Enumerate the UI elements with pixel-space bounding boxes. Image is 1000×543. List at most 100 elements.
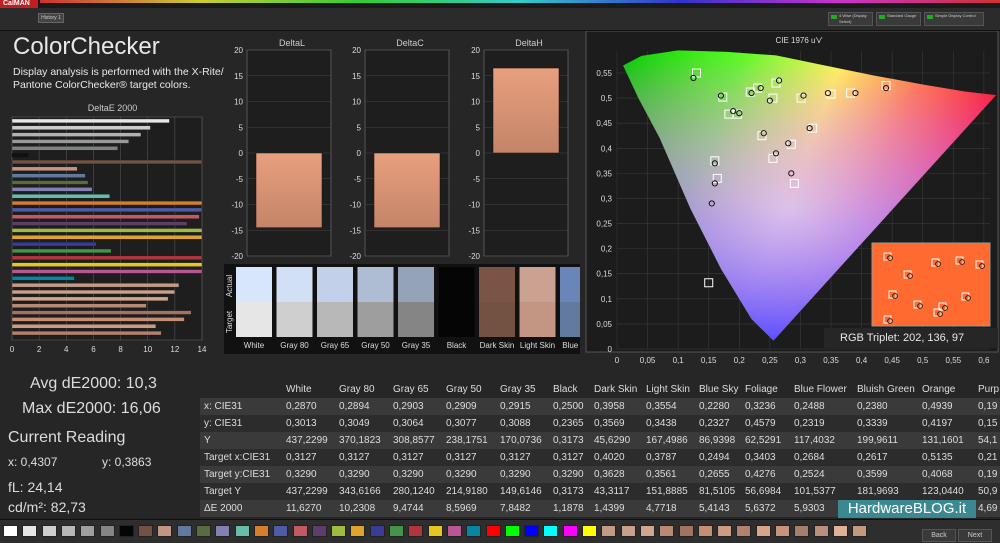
delta-tick-label: -20 <box>468 252 480 260</box>
table-cell: 0,3290 <box>393 469 424 480</box>
patch-square[interactable] <box>485 525 501 537</box>
table-cell: 0,4579 <box>745 418 776 429</box>
patch-square[interactable] <box>852 525 868 537</box>
back-button[interactable]: Back <box>922 529 956 542</box>
swatch-label: Gray 50 <box>361 341 390 350</box>
next-button[interactable]: Next <box>958 529 992 542</box>
table-cell: 0,15 <box>978 418 998 429</box>
patch-square[interactable] <box>446 525 462 537</box>
deltac-chart: 20 15 10 5 0 -5 -10 -15 -20 <box>349 46 450 260</box>
delta-bar <box>255 152 323 228</box>
patch-square[interactable] <box>466 525 482 537</box>
swatch-actual <box>479 267 515 302</box>
patch-square[interactable] <box>389 525 404 537</box>
patch-square[interactable] <box>157 525 173 537</box>
table-cell: 0,3290 <box>500 469 531 480</box>
history-tab[interactable]: History 1 <box>38 13 64 23</box>
table-cell: 81,5105 <box>699 486 736 497</box>
swatch-actual <box>317 267 353 302</box>
patch-square[interactable] <box>311 525 327 537</box>
patch-square[interactable] <box>832 525 848 537</box>
de2000-bar <box>11 207 203 212</box>
delta-tick-label: 15 <box>234 72 243 81</box>
patch-square[interactable] <box>273 525 289 537</box>
patch-square[interactable] <box>659 525 675 537</box>
delta-tick-label: 10 <box>234 98 243 107</box>
column-header: Blue Flower <box>794 384 847 395</box>
table-cell: 123,0440 <box>922 486 964 497</box>
patch-square[interactable] <box>697 525 713 537</box>
patch-square[interactable] <box>234 525 250 537</box>
patch-square[interactable] <box>196 525 211 537</box>
patch-square[interactable] <box>813 525 829 537</box>
patch-square[interactable] <box>639 525 655 537</box>
patch-square[interactable] <box>350 525 366 537</box>
cie-x-tick-label: 0,45 <box>884 356 900 365</box>
swatch-label: Gray 65 <box>321 341 350 350</box>
patch-square[interactable] <box>99 525 115 537</box>
table-cell: 0,2684 <box>794 452 825 463</box>
patch-square[interactable] <box>620 525 636 537</box>
display-select-dropdown[interactable]: 4 Wise (Display Select) <box>828 12 873 26</box>
status-swatch <box>831 15 837 19</box>
swatch-label: Blue Sky <box>562 341 580 350</box>
gauge-dropdown[interactable]: Standard Gauge <box>876 12 921 26</box>
patch-square[interactable] <box>80 525 96 537</box>
patch-square[interactable] <box>369 525 385 537</box>
patch-square[interactable] <box>408 525 424 537</box>
patch-square[interactable] <box>22 525 38 537</box>
patch-square[interactable] <box>253 525 269 537</box>
patch-square[interactable] <box>678 525 694 537</box>
patch-square[interactable] <box>427 525 443 537</box>
table-cell: 214,9180 <box>446 486 488 497</box>
patch-square[interactable] <box>504 525 520 537</box>
table-cell: 11,6270 <box>286 503 322 514</box>
table-cell: 0,3561 <box>646 469 677 480</box>
patch-square[interactable] <box>331 525 347 537</box>
patch-square[interactable] <box>41 525 57 537</box>
table-cell: 0,21 <box>978 452 998 463</box>
patch-square[interactable] <box>292 525 308 537</box>
table-cell: 50,9 <box>978 486 998 497</box>
de2000-bar <box>11 248 112 254</box>
table-cell: 0,2903 <box>393 401 424 412</box>
patch-square[interactable] <box>215 525 231 537</box>
patch-square[interactable] <box>736 525 752 537</box>
patch-square[interactable] <box>775 525 790 537</box>
row-label: Target y:CIE31 <box>204 469 271 480</box>
page-description: Display analysis is performed with the X… <box>13 66 224 91</box>
column-header: Gray 80 <box>339 384 375 395</box>
delta-tick-label: 5 <box>357 123 362 132</box>
patch-square[interactable] <box>60 525 76 537</box>
table-cell: 0,2494 <box>699 452 730 463</box>
de2000-bar <box>11 221 188 226</box>
patch-square[interactable] <box>794 525 810 537</box>
patch-square[interactable] <box>176 525 192 537</box>
table-cell: 0,3958 <box>594 401 625 412</box>
patch-square[interactable] <box>562 525 578 537</box>
table-cell: 9,4744 <box>393 503 424 514</box>
table-cell: 437,2299 <box>286 435 328 446</box>
patch-square[interactable] <box>582 525 597 537</box>
de2000-bar <box>11 159 203 165</box>
table-cell: 0,2365 <box>553 418 584 429</box>
table-cell: 10,2308 <box>339 503 376 514</box>
actual-label: Actual <box>225 275 234 297</box>
table-cell: 5,9303 <box>794 503 825 514</box>
patch-square[interactable] <box>543 525 559 537</box>
de2000-tick-label: 10 <box>143 345 152 354</box>
patch-square[interactable] <box>3 525 18 537</box>
patch-square[interactable] <box>118 525 134 537</box>
table-cell: 117,4032 <box>794 435 835 446</box>
swatch-target <box>438 302 475 337</box>
table-cell: 0,4939 <box>922 401 953 412</box>
delta-tick-label: -5 <box>354 175 362 184</box>
patch-square[interactable] <box>755 525 771 537</box>
patch-square[interactable] <box>601 525 617 537</box>
table-cell: 0,4020 <box>594 452 625 463</box>
patch-square[interactable] <box>717 525 733 537</box>
table-cell: 167,4986 <box>646 435 688 446</box>
display-control-dropdown[interactable]: Simple Display Control <box>924 12 984 26</box>
patch-square[interactable] <box>138 525 154 537</box>
patch-square[interactable] <box>524 525 540 537</box>
